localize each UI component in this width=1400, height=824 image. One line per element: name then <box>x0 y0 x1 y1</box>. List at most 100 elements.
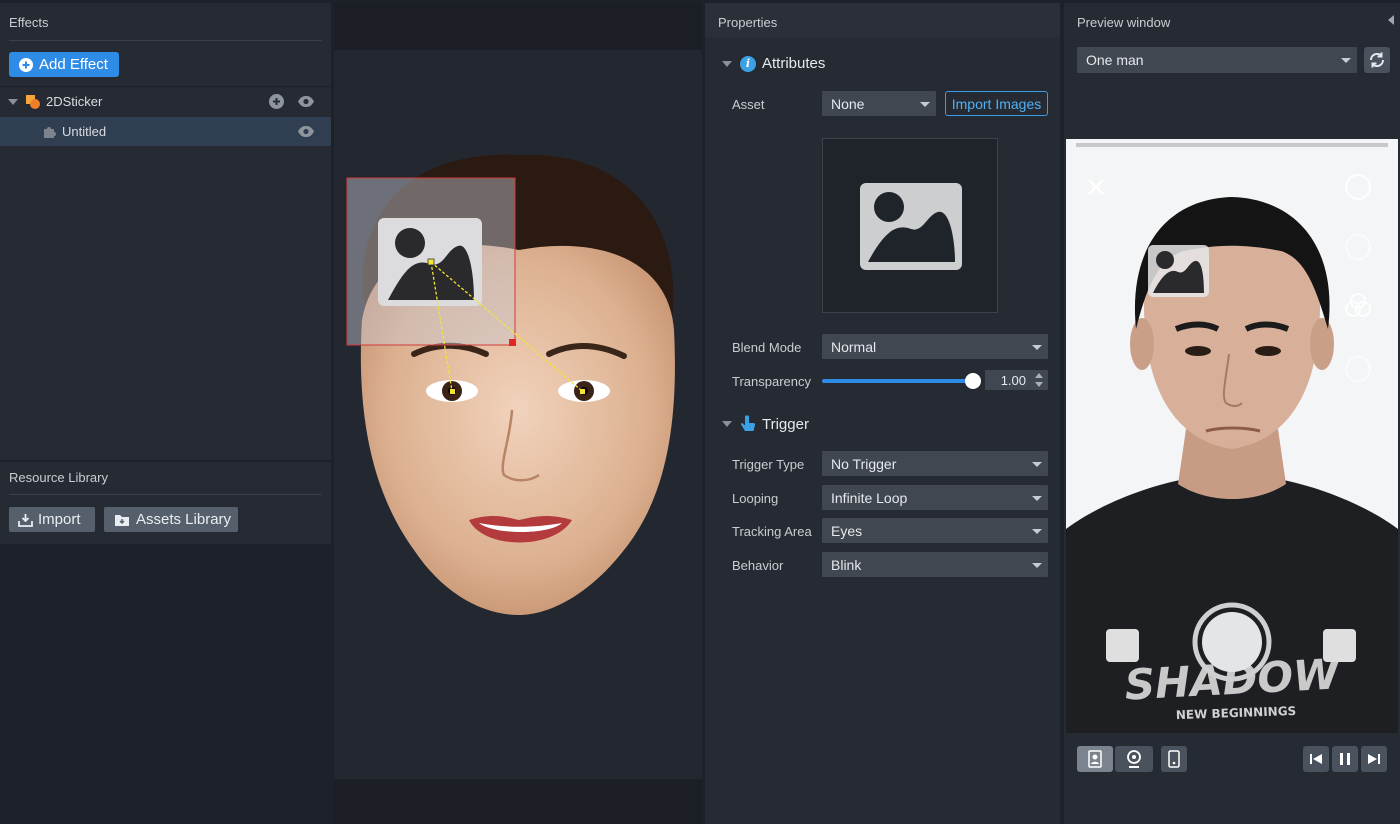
preview-model-dropdown[interactable]: One man <box>1077 47 1357 73</box>
webcam-mode-button[interactable] <box>1115 746 1153 772</box>
tree-item-untitled[interactable]: Untitled <box>0 117 331 146</box>
spin-down-icon[interactable] <box>1035 382 1043 387</box>
behavior-dropdown[interactable]: Blink <box>822 552 1048 577</box>
hand-pointer-icon <box>740 415 756 433</box>
chevron-down-icon <box>1032 562 1042 568</box>
tree-item-2dsticker[interactable]: 2DSticker <box>0 87 331 116</box>
trigger-type-dropdown[interactable]: No Trigger <box>822 451 1048 476</box>
visibility-eye-icon[interactable] <box>297 125 315 141</box>
slider-track <box>822 379 970 383</box>
slider-thumb[interactable] <box>965 373 981 389</box>
add-effect-button[interactable]: Add Effect <box>9 52 119 77</box>
folder-icon <box>114 513 130 527</box>
transparency-spinbox[interactable]: 1.00 <box>985 370 1048 390</box>
asset-dropdown[interactable]: None <box>822 91 936 116</box>
looping-label: Looping <box>732 491 779 506</box>
tracking-area-dropdown[interactable]: Eyes <box>822 518 1048 543</box>
transparency-value: 1.00 <box>1000 372 1026 388</box>
face-template-image <box>346 154 675 616</box>
visibility-eye-icon[interactable] <box>297 95 315 111</box>
spin-up-icon[interactable] <box>1035 373 1043 378</box>
tree-item-label: Untitled <box>62 124 107 139</box>
canvas-top-bar <box>334 3 702 49</box>
behavior-value: Blink <box>831 556 862 573</box>
behavior-label: Behavior <box>732 558 784 573</box>
info-icon: i <box>740 55 756 72</box>
trigger-section-header[interactable]: Trigger <box>722 415 809 433</box>
canvas-bottom-bar <box>334 780 702 824</box>
add-layer-icon[interactable] <box>269 94 284 109</box>
tracking-area-label: Tracking Area <box>732 524 812 539</box>
skip-forward-icon <box>1368 754 1380 764</box>
chevron-down-icon <box>1032 344 1042 350</box>
record-button[interactable] <box>1192 602 1272 682</box>
resource-library-title: Resource Library <box>9 470 108 485</box>
blend-mode-label: Blend Mode <box>732 340 802 355</box>
chevron-down-icon[interactable] <box>8 98 18 105</box>
preview-title: Preview window <box>1077 15 1171 30</box>
looping-value: Infinite Loop <box>831 489 908 506</box>
transparency-slider[interactable] <box>822 373 981 389</box>
divider <box>9 40 322 41</box>
chevron-down-icon <box>1341 58 1351 63</box>
properties-title: Properties <box>718 15 778 30</box>
flip-camera-icon[interactable] <box>1344 173 1372 201</box>
effects-title: Effects <box>9 15 49 30</box>
trigger-type-value: No Trigger <box>831 455 897 472</box>
plus-circle-icon <box>19 57 33 72</box>
properties-header: Properties <box>705 3 1060 37</box>
refresh-icon <box>1369 52 1385 68</box>
pause-icon <box>1340 753 1350 765</box>
tree-item-label: 2DSticker <box>46 94 103 109</box>
asset-preview-thumbnail[interactable] <box>822 138 998 313</box>
add-effect-label: Add Effect <box>39 56 108 73</box>
properties-panel: Properties <box>705 3 1060 824</box>
asset-label: Asset <box>732 97 765 112</box>
image-mode-button[interactable] <box>1077 746 1113 772</box>
preview-model-value: One man <box>1086 52 1144 68</box>
left-tool-button[interactable] <box>1106 629 1139 662</box>
import-label: Import <box>38 511 81 528</box>
puzzle-icon <box>42 124 57 139</box>
image-placeholder-icon <box>860 183 962 270</box>
speed-gauge-icon[interactable] <box>1344 233 1372 261</box>
download-icon <box>18 513 33 527</box>
looping-dropdown[interactable]: Infinite Loop <box>822 485 1048 510</box>
sticker-layer-icon <box>25 94 40 109</box>
blend-mode-value: Normal <box>831 338 877 355</box>
timer-icon[interactable] <box>1344 355 1372 383</box>
skip-back-button[interactable] <box>1303 746 1329 772</box>
collapse-panel-icon[interactable] <box>1388 15 1394 25</box>
attributes-title: Attributes <box>762 55 826 72</box>
chevron-down-icon <box>1032 461 1042 467</box>
chevron-down-icon[interactable] <box>722 60 732 67</box>
chevron-down-icon <box>920 101 930 107</box>
import-button[interactable]: Import <box>9 507 95 532</box>
chevron-down-icon <box>1032 528 1042 534</box>
chevron-down-icon <box>1032 495 1042 501</box>
refresh-button[interactable] <box>1364 47 1390 73</box>
pause-button[interactable] <box>1332 746 1358 772</box>
transparency-label: Transparency <box>732 374 811 389</box>
tracking-area-value: Eyes <box>831 522 863 539</box>
close-icon[interactable] <box>1084 175 1108 199</box>
attributes-section-header[interactable]: i Attributes <box>722 55 825 72</box>
skip-forward-button[interactable] <box>1361 746 1387 772</box>
chevron-down-icon[interactable] <box>722 421 732 427</box>
trigger-title: Trigger <box>762 415 809 433</box>
asset-value: None <box>831 95 865 112</box>
import-images-label: Import Images <box>951 95 1042 112</box>
import-images-button[interactable]: Import Images <box>945 91 1048 116</box>
skip-back-icon <box>1310 754 1322 764</box>
divider <box>9 494 322 495</box>
blend-mode-dropdown[interactable]: Normal <box>822 334 1048 359</box>
preview-viewport[interactable]: SHADOW NEW BEGINNINGS <box>1066 139 1398 733</box>
editor-canvas[interactable] <box>334 50 702 779</box>
portrait-image-icon <box>1088 750 1102 768</box>
device-mode-button[interactable] <box>1161 746 1187 772</box>
assets-library-button[interactable]: Assets Library <box>104 507 238 532</box>
right-tool-button[interactable] <box>1323 629 1356 662</box>
beauty-filter-icon[interactable] <box>1344 289 1372 317</box>
trigger-type-label: Trigger Type <box>732 457 805 472</box>
phone-icon <box>1168 750 1180 768</box>
